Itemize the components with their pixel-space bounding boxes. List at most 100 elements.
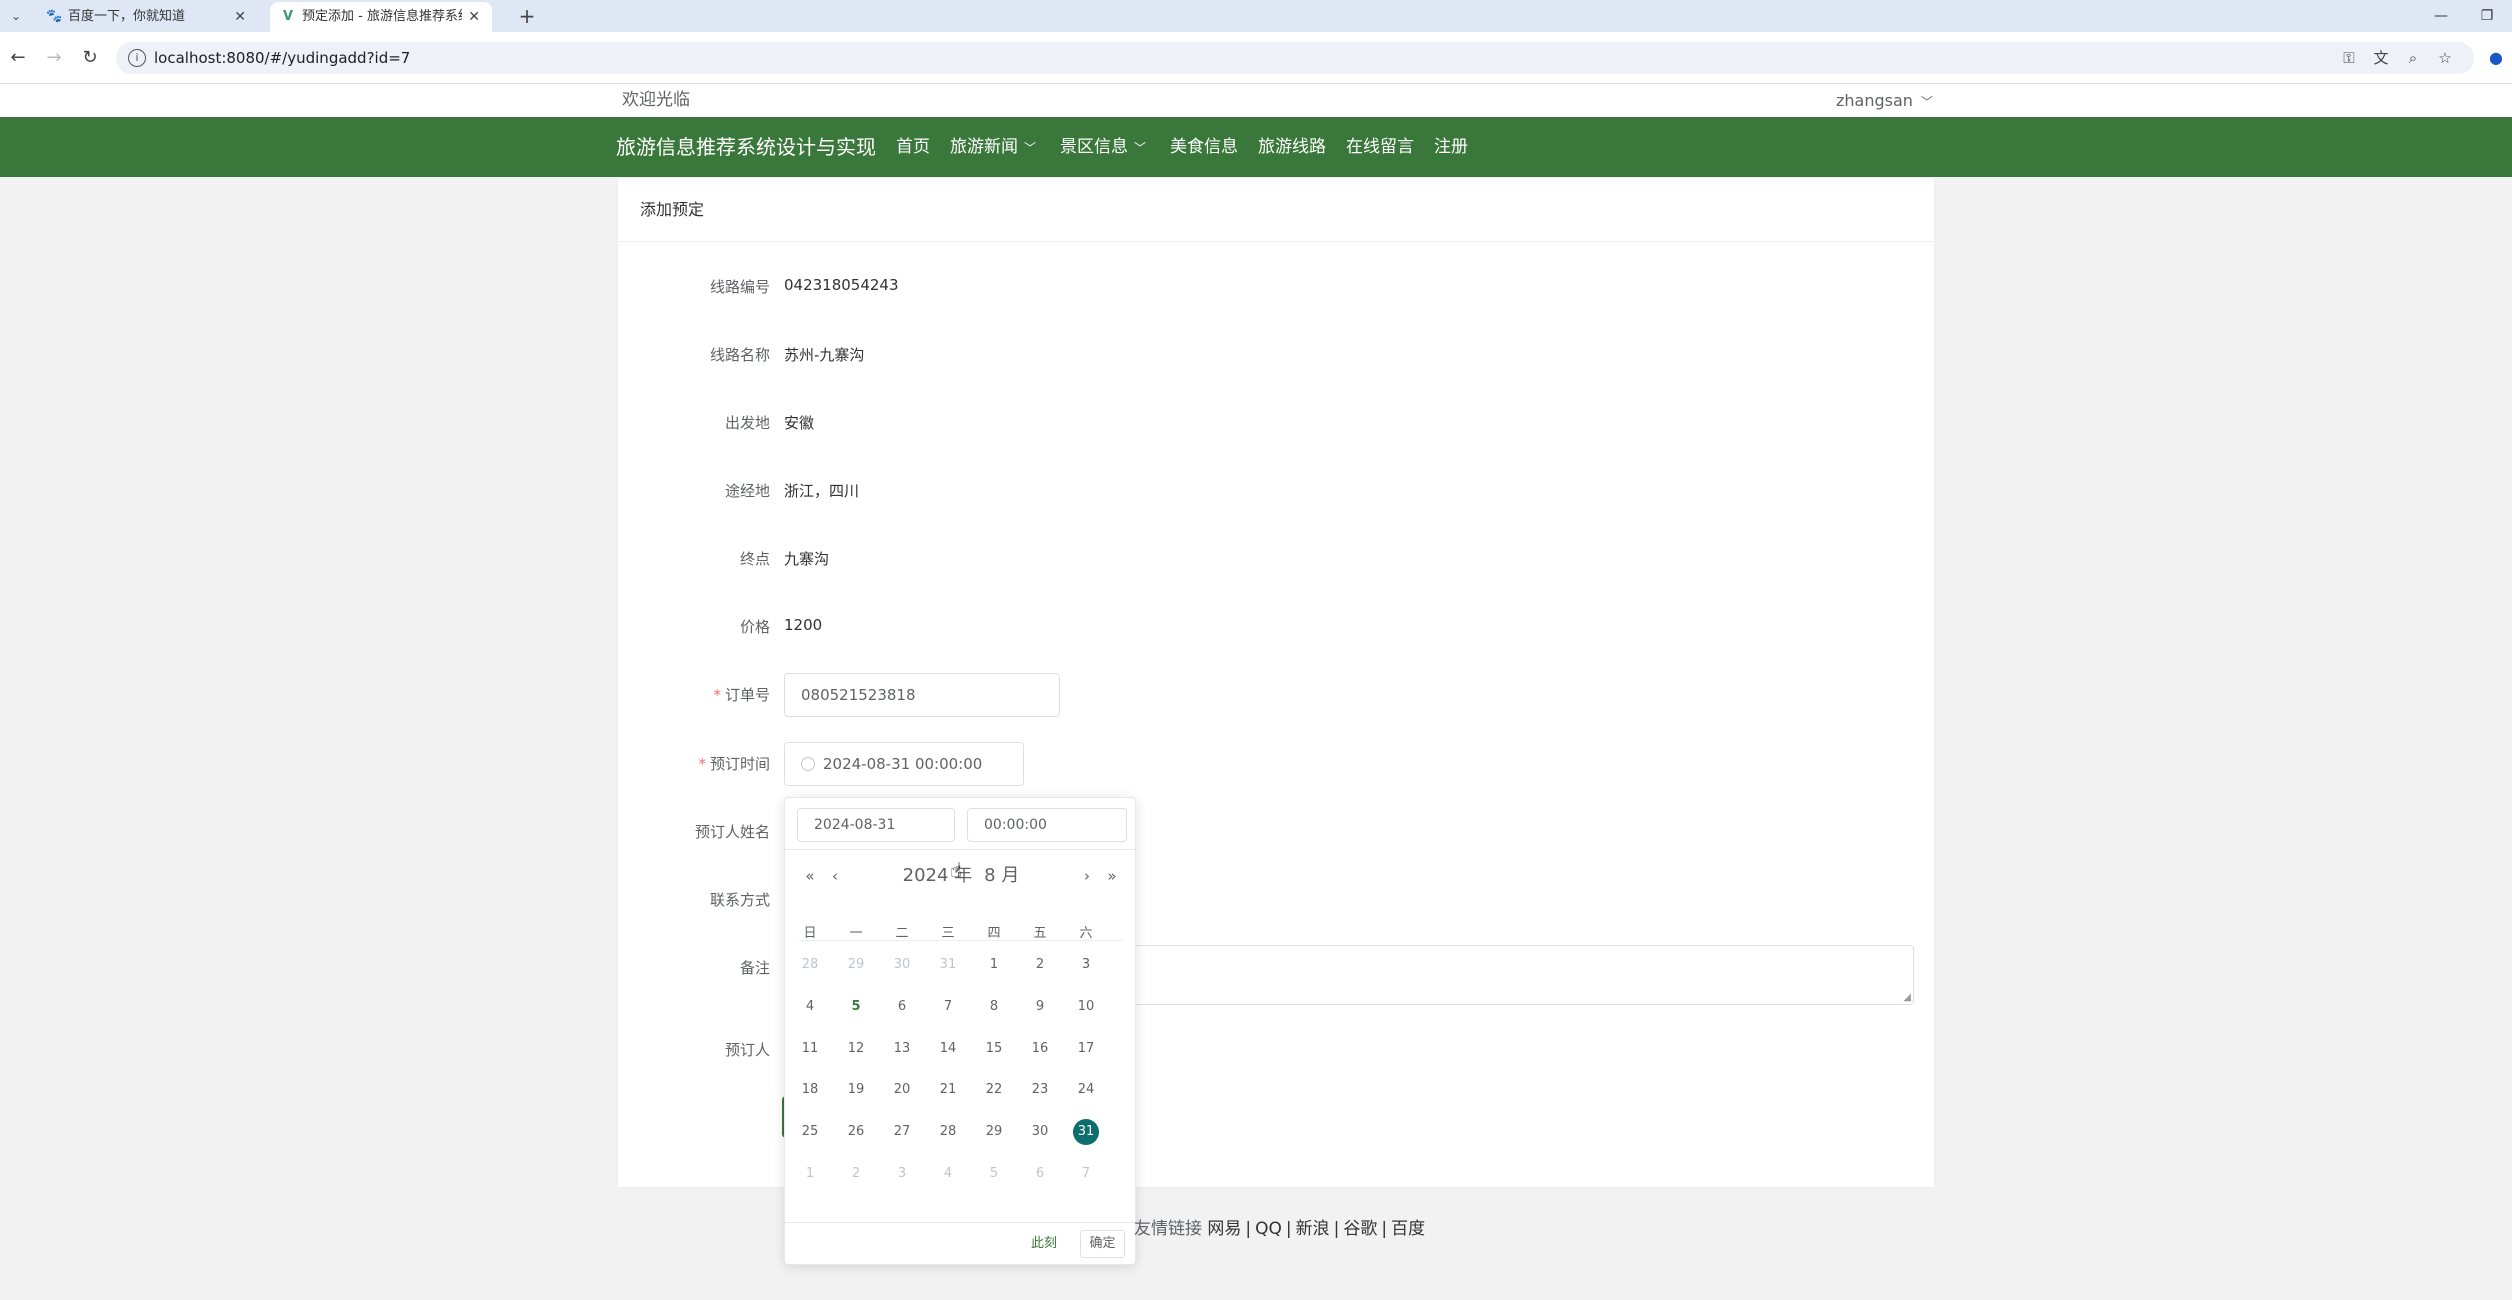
calendar-day[interactable]: 14	[925, 1036, 971, 1062]
bookmark-star-icon[interactable]: ☆	[2434, 47, 2456, 69]
calendar-day[interactable]: 13	[879, 1036, 925, 1062]
calendar-day[interactable]: 28	[925, 1119, 971, 1145]
day-number: 8	[989, 999, 999, 1014]
site-info-icon[interactable]: i	[128, 49, 146, 67]
calendar-day[interactable]: 24	[1063, 1077, 1109, 1103]
zoom-icon[interactable]: ⌕	[2402, 47, 2424, 69]
translate-icon[interactable]: 文	[2370, 47, 2392, 69]
next-month-icon[interactable]: ›	[1078, 864, 1096, 888]
link-netease[interactable]: 网易	[1207, 1219, 1241, 1239]
calendar-day[interactable]: 6	[879, 994, 925, 1020]
calendar-day[interactable]: 26	[833, 1119, 879, 1145]
url-text[interactable]: localhost:8080/#/yudingadd?id=7	[154, 42, 410, 74]
day-number: 3	[1081, 957, 1091, 972]
link-qq[interactable]: QQ	[1255, 1219, 1282, 1239]
nav-scenic-info[interactable]: 景区信息 ﹀	[1060, 117, 1146, 178]
calendar-day[interactable]: 29	[971, 1119, 1017, 1145]
calendar-day[interactable]: 28	[787, 952, 833, 978]
tab-search-icon[interactable]: ⌄	[8, 8, 24, 24]
order-no-label: * 订单号	[618, 684, 770, 705]
link-sina[interactable]: 新浪	[1296, 1219, 1330, 1239]
day-number: 30	[893, 957, 911, 972]
confirm-button[interactable]: 确定	[1080, 1230, 1125, 1258]
calendar-day[interactable]: 30	[879, 952, 925, 978]
calendar-day[interactable]: 20	[879, 1077, 925, 1103]
calendar-day[interactable]: 2	[1017, 952, 1063, 978]
resize-handle-icon[interactable]: ◢	[1903, 992, 1911, 1003]
nav-travel-routes[interactable]: 旅游线路	[1258, 117, 1326, 177]
calendar-day[interactable]: 30	[1017, 1119, 1063, 1145]
nav-home[interactable]: 首页	[896, 117, 930, 177]
address-bar[interactable]: i localhost:8080/#/yudingadd?id=7 ⚿ 文 ⌕ …	[116, 42, 2474, 74]
calendar-day[interactable]: 22	[971, 1077, 1017, 1103]
calendar-day[interactable]: 16	[1017, 1036, 1063, 1062]
calendar-day[interactable]: 23	[1017, 1077, 1063, 1103]
book-time-input[interactable]: 2024-08-31 00:00:00	[784, 742, 1024, 786]
calendar-day[interactable]: 5	[833, 994, 879, 1020]
calendar-day[interactable]: 7	[925, 994, 971, 1020]
calendar-day[interactable]: 31	[925, 952, 971, 978]
browser-tab-baidu[interactable]: 🐾 百度一下，你就知道 ✕	[36, 2, 258, 32]
nav-travel-news[interactable]: 旅游新闻 ﹀	[950, 117, 1036, 178]
calendar-day[interactable]: 2	[833, 1161, 879, 1187]
calendar-day[interactable]: 29	[833, 952, 879, 978]
baidu-favicon-icon: 🐾	[46, 9, 63, 24]
picker-date-input[interactable]: 2024-08-31	[797, 808, 955, 842]
calendar-day[interactable]: 10	[1063, 994, 1109, 1020]
order-no-input[interactable]: 080521523818	[784, 673, 1060, 717]
calendar-day[interactable]: 17	[1063, 1036, 1109, 1062]
restore-button[interactable]: ❐	[2472, 4, 2502, 28]
forward-icon[interactable]: →	[42, 46, 66, 70]
minimize-button[interactable]: —	[2426, 4, 2456, 28]
calendar-day[interactable]: 4	[787, 994, 833, 1020]
calendar-day[interactable]: 11	[787, 1036, 833, 1062]
now-button[interactable]: 此刻	[1031, 1223, 1057, 1265]
nav-register[interactable]: 注册	[1434, 117, 1468, 177]
nav-messages[interactable]: 在线留言	[1346, 117, 1414, 177]
calendar-day[interactable]: 1	[787, 1161, 833, 1187]
calendar-day-selected[interactable]: 31	[1063, 1119, 1109, 1145]
calendar-day[interactable]: 12	[833, 1036, 879, 1062]
calendar-day[interactable]: 25	[787, 1119, 833, 1145]
user-menu[interactable]: zhangsan ﹀	[1836, 84, 1933, 119]
close-tab-icon[interactable]: ✕	[468, 2, 480, 32]
calendar-day[interactable]: 27	[879, 1119, 925, 1145]
new-tab-button[interactable]: +	[516, 4, 538, 28]
calendar-day[interactable]: 15	[971, 1036, 1017, 1062]
browser-tab-active[interactable]: V 预定添加 - 旅游信息推荐系统设计与实现 ✕	[270, 2, 492, 32]
day-number: 12	[847, 1041, 865, 1056]
weekday-label: 三	[941, 926, 955, 941]
calendar-day[interactable]: 3	[879, 1161, 925, 1187]
calendar-day[interactable]: 21	[925, 1077, 971, 1103]
picker-month-label[interactable]: 8 月	[984, 865, 1019, 886]
username[interactable]: zhangsan	[1836, 91, 1913, 110]
calendar-day[interactable]: 4	[925, 1161, 971, 1187]
day-number: 14	[939, 1041, 957, 1056]
link-google[interactable]: 谷歌	[1343, 1219, 1377, 1239]
close-tab-icon[interactable]: ✕	[234, 2, 246, 32]
reload-icon[interactable]: ↻	[78, 46, 102, 70]
day-number: 28	[801, 957, 819, 972]
calendar-day[interactable]: 3	[1063, 952, 1109, 978]
nav-food-info[interactable]: 美食信息	[1170, 117, 1238, 177]
next-year-icon[interactable]: »	[1103, 864, 1121, 888]
day-number: 5	[989, 1166, 999, 1181]
calendar-day[interactable]: 19	[833, 1077, 879, 1103]
calendar-day[interactable]: 6	[1017, 1161, 1063, 1187]
departure-value: 安徽	[784, 414, 815, 432]
calendar-day[interactable]: 18	[787, 1077, 833, 1103]
day-number: 5	[851, 999, 861, 1014]
link-baidu[interactable]: 百度	[1391, 1219, 1425, 1239]
site-brand[interactable]: 旅游信息推荐系统设计与实现	[616, 117, 876, 177]
profile-icon[interactable]: ●	[2484, 46, 2508, 70]
picker-time-input[interactable]: 00:00:00	[967, 808, 1127, 842]
tab-title: 百度一下，你就知道	[68, 9, 186, 24]
calendar-day[interactable]: 1	[971, 952, 1017, 978]
calendar-day[interactable]: 9	[1017, 994, 1063, 1020]
calendar-day[interactable]: 8	[971, 994, 1017, 1020]
calendar-day[interactable]: 7	[1063, 1161, 1109, 1187]
book-time-value: 2024-08-31 00:00:00	[823, 755, 983, 773]
back-icon[interactable]: ←	[6, 46, 30, 70]
calendar-day[interactable]: 5	[971, 1161, 1017, 1187]
password-key-icon[interactable]: ⚿	[2338, 47, 2360, 69]
